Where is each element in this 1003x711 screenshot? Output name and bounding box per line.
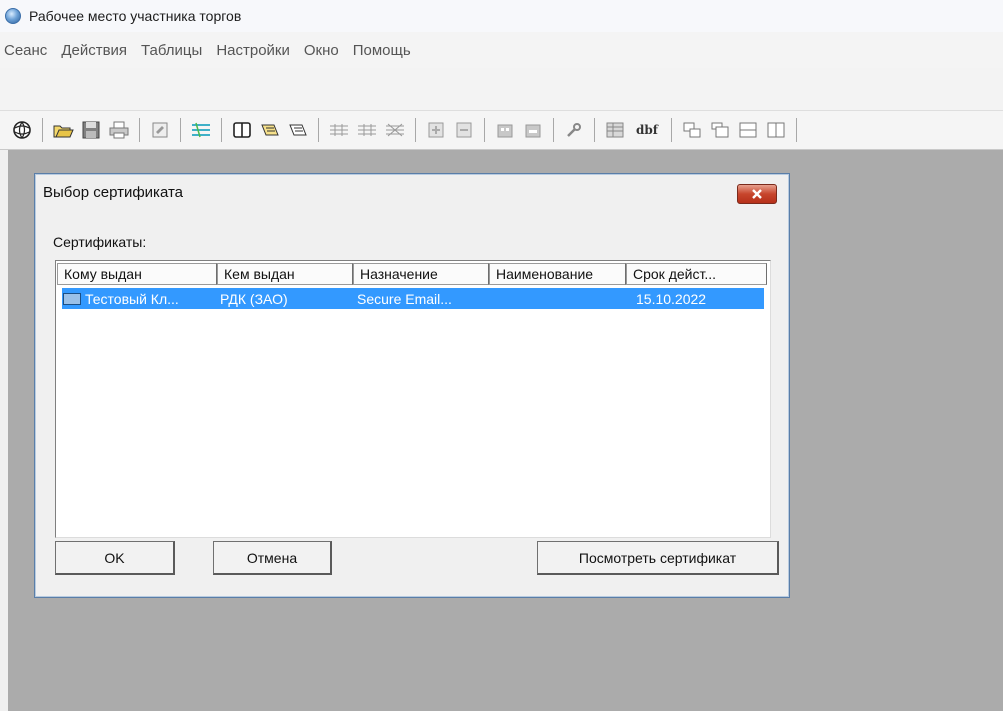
toolbar-separator (553, 118, 554, 142)
empty-strip (0, 68, 1003, 110)
window-title: Рабочее место участника торгов (29, 8, 242, 24)
column-header-issued-to[interactable]: Кому выдан (57, 263, 217, 285)
column-header-purpose[interactable]: Назначение (353, 263, 489, 285)
view-certificate-button[interactable]: Посмотреть сертификат (537, 541, 779, 575)
toolbar-separator (318, 118, 319, 142)
tile-horizontal-icon[interactable] (737, 119, 759, 141)
connect-globe-icon[interactable] (11, 119, 33, 141)
building-icon[interactable] (494, 119, 516, 141)
table-row[interactable]: Тестовый Кл... РДК (ЗАО) Secure Email...… (62, 288, 764, 309)
certificate-dialog: Выбор сертификата Сертификаты: Кому выда… (34, 173, 790, 598)
column-header-expires[interactable]: Срок дейст... (626, 263, 767, 285)
dialog-close-button[interactable] (737, 184, 777, 204)
grid-icon[interactable] (328, 119, 350, 141)
toolbar-separator (221, 118, 222, 142)
toolbar-separator (42, 118, 43, 142)
notes-icon[interactable] (287, 119, 309, 141)
toolbar-separator (796, 118, 797, 142)
title-bar: Рабочее место участника торгов (0, 0, 1003, 32)
menu-actions[interactable]: Действия (61, 42, 127, 59)
certificate-icon (63, 292, 81, 305)
menu-bar: Сеанс Действия Таблицы Настройки Окно По… (0, 32, 1003, 68)
cell-purpose: Secure Email... (357, 290, 452, 307)
print-icon[interactable] (108, 119, 130, 141)
grid-alt-icon[interactable] (356, 119, 378, 141)
cascade-windows-icon[interactable] (681, 119, 703, 141)
toolbar-separator (139, 118, 140, 142)
toolbar-separator (594, 118, 595, 142)
grid-cross-icon[interactable] (384, 119, 406, 141)
dbf-export-button[interactable]: dbf (632, 119, 662, 141)
menu-window[interactable]: Окно (304, 42, 339, 59)
column-header-issued-by[interactable]: Кем выдан (217, 263, 353, 285)
ok-button[interactable]: OK (55, 541, 175, 575)
app-globe-icon (5, 8, 21, 24)
certificates-label: Сертификаты: (53, 234, 147, 250)
book-icon[interactable] (231, 119, 253, 141)
wrench-icon[interactable] (563, 119, 585, 141)
cell-issued-by: РДК (ЗАО) (220, 290, 288, 307)
document-out-icon[interactable] (453, 119, 475, 141)
tile-vertical-icon[interactable] (765, 119, 787, 141)
properties-icon[interactable] (149, 119, 171, 141)
table-export-icon[interactable] (604, 119, 626, 141)
list-header: Кому выдан Кем выдан Назначение Наименов… (57, 263, 767, 285)
menu-session[interactable]: Сеанс (4, 42, 47, 59)
certificate-list[interactable]: Кому выдан Кем выдан Назначение Наименов… (55, 260, 771, 538)
close-icon (752, 189, 762, 199)
tile-windows-icon[interactable] (709, 119, 731, 141)
save-disk-icon[interactable] (80, 119, 102, 141)
toolbar-separator (671, 118, 672, 142)
cancel-button[interactable]: Отмена (213, 541, 332, 575)
building-alt-icon[interactable] (522, 119, 544, 141)
column-header-name[interactable]: Наименование (489, 263, 626, 285)
menu-tables[interactable]: Таблицы (141, 42, 202, 59)
document-in-icon[interactable] (425, 119, 447, 141)
toolbar-separator (180, 118, 181, 142)
open-folder-icon[interactable] (52, 119, 74, 141)
cell-expires: 15.10.2022 (636, 290, 707, 307)
cell-issued-to: Тестовый Кл... (85, 290, 179, 307)
edit-notes-icon[interactable] (259, 119, 281, 141)
toolbar-separator (484, 118, 485, 142)
menu-help[interactable]: Помощь (353, 42, 411, 59)
toolbar: dbf (0, 110, 1003, 150)
dialog-title: Выбор сертификата (43, 184, 184, 201)
toolbar-separator (415, 118, 416, 142)
filter-lines-icon[interactable] (190, 119, 212, 141)
menu-settings[interactable]: Настройки (216, 42, 290, 59)
